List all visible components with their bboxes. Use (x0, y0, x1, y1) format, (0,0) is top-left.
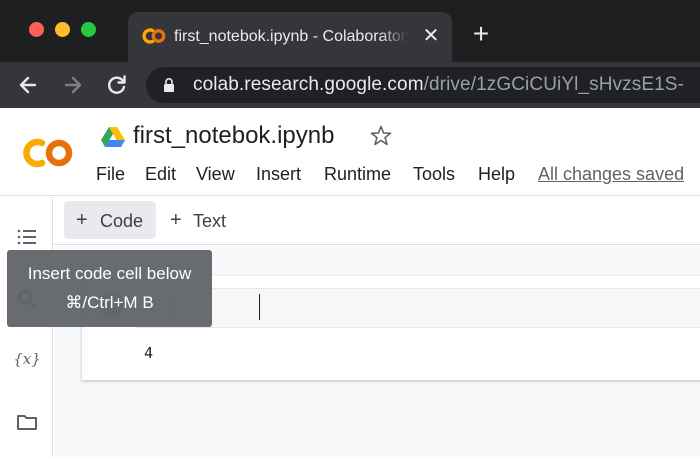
menu-runtime[interactable]: Runtime (324, 162, 391, 186)
menu-help[interactable]: Help (478, 162, 515, 186)
colab-logo-icon[interactable] (18, 134, 78, 172)
add-text-label: Text (193, 211, 227, 231)
url-path: /drive/1zGCiCUiYl_sHvzsE1S- (423, 74, 684, 95)
tab-title: first_notebok.ipynb - Colaboratory (174, 28, 408, 45)
add-code-label: Code (100, 211, 144, 231)
lock-icon[interactable] (162, 77, 176, 93)
new-tab-button[interactable]: + (464, 18, 498, 52)
back-arrow-icon[interactable] (13, 70, 43, 100)
left-sidebar: {x} (0, 197, 53, 457)
menu-file[interactable]: File (96, 162, 125, 186)
star-icon[interactable] (369, 124, 393, 148)
window-minimize-button[interactable] (55, 22, 70, 37)
menu-edit[interactable]: Edit (145, 162, 176, 186)
save-status-link[interactable]: All changes saved (538, 162, 684, 186)
folder-icon[interactable] (15, 410, 39, 434)
code-editor[interactable]: 2 (136, 288, 700, 328)
reload-icon[interactable] (102, 70, 132, 100)
menu-view[interactable]: View (196, 162, 235, 186)
url-text: colab.research.google.com/drive/1zGCiCUi… (193, 73, 684, 97)
variables-icon[interactable]: {x} (15, 347, 39, 371)
url-host: colab.research.google.com (193, 74, 424, 95)
tooltip-shortcut: ⌘/Ctrl+M B (65, 293, 154, 312)
browser-titlebar: first_notebok.ipynb - Colaboratory ✕ + (0, 0, 700, 62)
tooltip-title: Insert code cell below (27, 264, 192, 283)
svg-text:{x}: {x} (15, 350, 39, 368)
menu-tools[interactable]: Tools (413, 162, 455, 186)
notebook-toolbar: + Code + Text (53, 197, 700, 245)
google-drive-icon[interactable] (101, 126, 125, 147)
menu-insert[interactable]: Insert (256, 162, 301, 186)
add-code-cell-button[interactable]: + Code (64, 201, 156, 239)
plus-icon: + (170, 209, 182, 231)
insert-code-tooltip: Insert code cell below ⌘/Ctrl+M B (7, 250, 212, 327)
add-text-cell-button[interactable]: + Text (166, 201, 236, 239)
text-caret (259, 294, 260, 320)
browser-tab-active[interactable]: first_notebok.ipynb - Colaboratory ✕ (128, 12, 452, 62)
browser-toolbar: colab.research.google.com/drive/1zGCiCUi… (0, 62, 700, 108)
forward-arrow-icon[interactable] (58, 70, 88, 100)
cell-output: 4 (144, 344, 154, 362)
table-of-contents-icon[interactable] (15, 225, 39, 249)
address-bar[interactable]: colab.research.google.com/drive/1zGCiCUi… (146, 67, 700, 103)
window-close-button[interactable] (29, 22, 44, 37)
window-zoom-button[interactable] (81, 22, 96, 37)
plus-icon: + (76, 209, 88, 231)
colab-favicon-icon (142, 28, 166, 44)
tab-close-icon[interactable]: ✕ (420, 25, 442, 47)
colab-header: first_notebok.ipynb File Edit View Inser… (0, 108, 700, 196)
notebook-title[interactable]: first_notebok.ipynb (133, 120, 334, 152)
